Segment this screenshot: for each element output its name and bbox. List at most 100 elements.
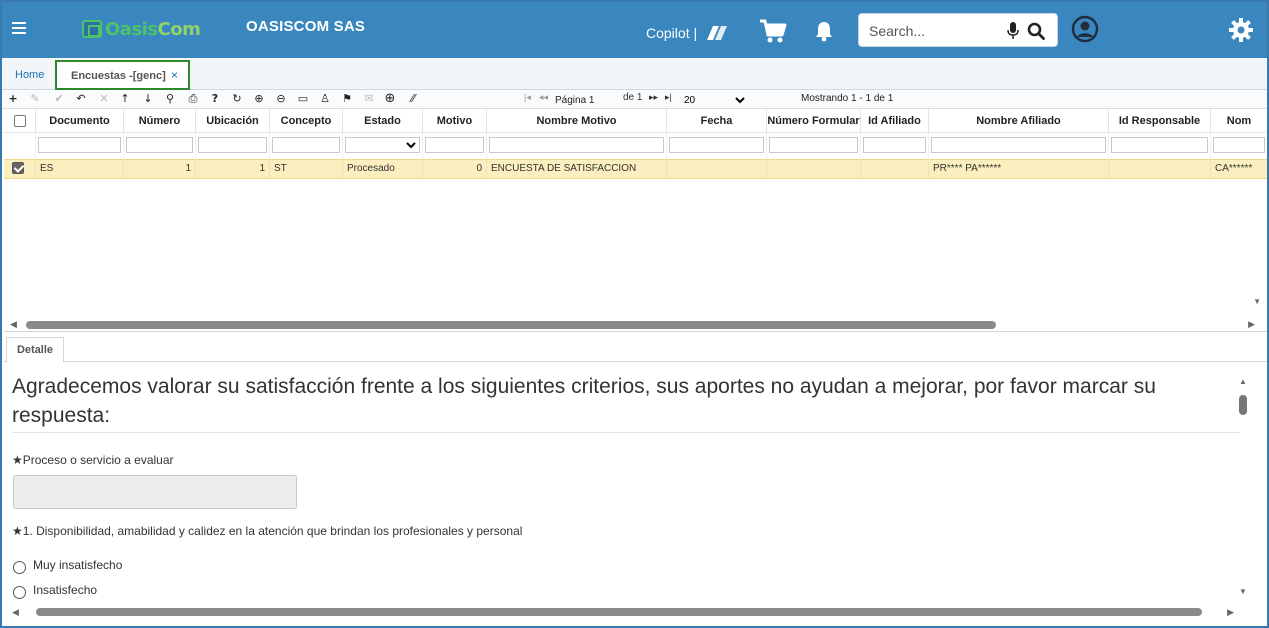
pager-next-icon[interactable]: ▸▸ — [649, 92, 658, 103]
select-all-cell — [4, 109, 36, 133]
pager-last-label: ▸| — [665, 92, 672, 102]
detail-vertical-scrollbar[interactable]: ▲ ▼ — [1236, 377, 1250, 597]
resize-icon[interactable]: ⁄⁄ — [406, 92, 420, 106]
filter-numero-input[interactable] — [126, 137, 193, 153]
edit-icon[interactable]: ✎ — [28, 92, 42, 106]
pager-of-label: de 1 — [623, 92, 643, 103]
cell-nombre-motivo: ENCUESTA DE SATISFACCION — [487, 160, 667, 178]
refresh-icon[interactable]: ↻ — [230, 92, 244, 106]
column-header[interactable]: Motivo — [423, 109, 487, 133]
filter-ubicacion-input[interactable] — [198, 137, 267, 153]
scroll-left-icon[interactable]: ◀ — [10, 319, 17, 330]
cancel-icon[interactable]: ✕ — [97, 92, 111, 106]
top-bar: OasisCom OASISCOM SAS Copilot | — [2, 2, 1267, 58]
save-check-icon[interactable]: ✔ — [52, 92, 66, 106]
filter-fecha-input[interactable] — [669, 137, 764, 153]
zoom-out-icon[interactable]: ⊖ — [274, 92, 288, 106]
copilot-button[interactable]: Copilot | — [646, 22, 729, 44]
column-header[interactable]: Número — [124, 109, 196, 133]
print-icon[interactable]: ⎙ — [186, 92, 200, 106]
app-window: OasisCom OASISCOM SAS Copilot | Search..… — [0, 0, 1269, 628]
column-header[interactable]: Nombre Afiliado — [929, 109, 1109, 133]
column-header[interactable]: Nombre Motivo — [487, 109, 667, 133]
filter-documento-input[interactable] — [38, 137, 121, 153]
filter-motivo-input[interactable] — [425, 137, 484, 153]
add-circle-icon[interactable]: ⊕ — [383, 92, 397, 106]
detail-horizontal-scrollbar[interactable]: ◀ ▶ — [12, 606, 1234, 618]
bell-icon[interactable] — [814, 20, 834, 42]
add-icon[interactable]: + — [6, 92, 20, 106]
filter-numero-formular-input[interactable] — [769, 137, 858, 153]
comment-icon[interactable]: ▭ — [296, 92, 310, 106]
search-icon[interactable] — [1027, 22, 1045, 40]
tab-close-icon[interactable]: × — [171, 68, 178, 82]
logo-text: OasisCom — [105, 19, 201, 40]
column-header[interactable]: Nom — [1211, 109, 1267, 133]
pager-last-icon[interactable]: ▸| — [665, 92, 672, 103]
filter-cell — [667, 134, 767, 158]
row-checkbox[interactable] — [12, 162, 24, 175]
scroll-right-icon[interactable]: ▶ — [1248, 319, 1255, 330]
table-row[interactable]: ES 1 1 ST Procesado 0 ENCUESTA DE SATISF… — [4, 159, 1267, 179]
scroll-thumb[interactable] — [36, 608, 1202, 616]
scroll-thumb[interactable] — [26, 321, 996, 329]
column-header[interactable]: Concepto — [270, 109, 343, 133]
filter-estado-select[interactable] — [345, 137, 420, 153]
filter-cell — [196, 134, 270, 158]
column-header[interactable]: Id Responsable — [1109, 109, 1211, 133]
pager-first-icon[interactable]: |◂ — [524, 92, 531, 103]
move-up-icon[interactable]: ↑ — [118, 92, 132, 106]
filter-id-afiliado-input[interactable] — [863, 137, 926, 153]
process-input[interactable] — [13, 475, 297, 509]
gear-icon[interactable] — [1228, 17, 1254, 43]
scroll-thumb[interactable] — [1239, 395, 1247, 415]
help-icon[interactable]: ? — [208, 92, 222, 106]
filter-nombre-motivo-input[interactable] — [489, 137, 664, 153]
scroll-down-icon[interactable]: ▼ — [1239, 587, 1247, 596]
radio-insatisfecho[interactable] — [13, 586, 26, 599]
user-filter-icon[interactable]: ♙ — [318, 92, 332, 106]
find-icon[interactable]: ⚲ — [163, 92, 177, 106]
hamburger-menu-icon[interactable] — [12, 22, 26, 34]
column-header[interactable]: Fecha — [667, 109, 767, 133]
tab-detalle[interactable]: Detalle — [6, 337, 64, 363]
filter-id-responsable-input[interactable] — [1111, 137, 1208, 153]
scroll-up-icon[interactable]: ▲ — [1239, 377, 1247, 386]
tab-home[interactable]: Home — [15, 69, 44, 81]
move-down-icon[interactable]: ↓ — [141, 92, 155, 106]
cell-numero-formular — [767, 160, 861, 178]
select-all-checkbox[interactable] — [13, 115, 26, 128]
filter-nom-input[interactable] — [1213, 137, 1265, 153]
cell-ubicacion: 1 — [196, 160, 270, 178]
tab-encuestas[interactable]: Encuestas -[genc] × — [55, 60, 190, 90]
microphone-icon[interactable] — [1007, 22, 1019, 40]
zoom-in-icon[interactable]: ⊕ — [252, 92, 266, 106]
cart-icon[interactable] — [758, 18, 788, 44]
radio-muy-insatisfecho[interactable] — [13, 561, 26, 574]
column-header[interactable]: Número Formular — [767, 109, 861, 133]
question-1-label: ★1. Disponibilidad, amabilidad y calidez… — [12, 524, 523, 538]
pager-prev-icon[interactable]: ◂◂ — [539, 92, 548, 103]
pin-icon[interactable]: ⚑ — [340, 92, 354, 106]
grid-filter-row — [4, 134, 1267, 158]
search-input[interactable] — [869, 21, 999, 41]
logo-mark-icon — [82, 20, 102, 38]
column-header[interactable]: Id Afiliado — [861, 109, 929, 133]
user-avatar-icon[interactable] — [1071, 15, 1099, 43]
filter-concepto-input[interactable] — [272, 137, 340, 153]
column-header[interactable]: Documento — [36, 109, 124, 133]
page-number-input[interactable] — [555, 93, 617, 107]
column-header[interactable]: Estado — [343, 109, 423, 133]
column-header[interactable]: Ubicación — [196, 109, 270, 133]
grid-scroll-down-icon[interactable]: ▼ — [1253, 297, 1261, 306]
scroll-right-icon[interactable]: ▶ — [1227, 607, 1234, 618]
company-name: OASISCOM SAS — [246, 18, 366, 35]
cell-documento: ES — [36, 160, 124, 178]
scroll-left-icon[interactable]: ◀ — [12, 607, 19, 618]
page-size-select[interactable]: 20 — [680, 92, 748, 108]
mail-icon[interactable]: ✉ — [362, 92, 376, 106]
filter-nombre-afiliado-input[interactable] — [931, 137, 1106, 153]
cell-nombre-afiliado: PR**** PA****** — [929, 160, 1109, 178]
grid-horizontal-scrollbar[interactable]: ◀ ▶ — [10, 318, 1255, 330]
undo-icon[interactable]: ↶ — [74, 92, 88, 106]
